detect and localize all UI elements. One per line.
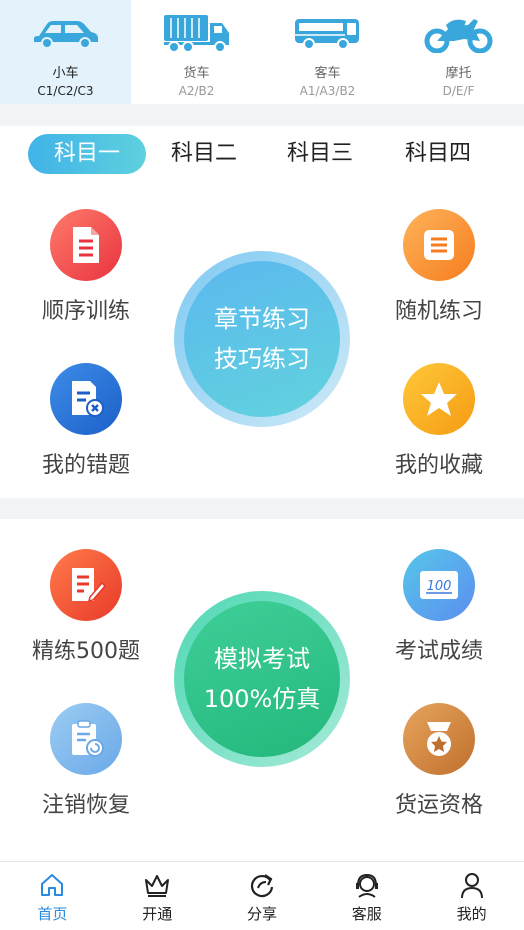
star-icon <box>403 363 475 435</box>
favorites-label: 我的收藏 <box>394 453 483 478</box>
freight-qualification-label: 货运资格 <box>394 793 483 818</box>
vehicle-name: 客车 <box>314 66 341 81</box>
vehicle-code: A1/A3/B2 <box>299 84 356 98</box>
list-icon <box>403 209 475 281</box>
tab-subject-3[interactable]: 科目三 <box>262 134 378 174</box>
vehicle-truck[interactable]: 货车 A2/B2 <box>131 0 262 104</box>
vehicle-code: C1/C2/C3 <box>37 84 94 98</box>
wrong-questions-icon <box>50 363 122 435</box>
favorites-button[interactable]: 我的收藏 <box>369 363 509 479</box>
car-icon <box>31 12 101 54</box>
tab-activate-label: 开通 <box>142 905 173 923</box>
selected-500-button[interactable]: 精练500题 <box>16 549 156 665</box>
document-icon <box>50 209 122 281</box>
wrong-questions-label: 我的错题 <box>41 453 130 478</box>
vehicle-motorcycle[interactable]: 摩托 D/E/F <box>393 0 524 104</box>
tab-mine[interactable]: 我的 <box>419 862 524 930</box>
selected-500-label: 精练500题 <box>32 639 140 664</box>
chapter-practice-label: 章节练习 <box>214 305 310 333</box>
share-icon <box>248 871 276 899</box>
tab-subject-1[interactable]: 科目一 <box>28 134 146 174</box>
tab-share[interactable]: 分享 <box>210 862 315 930</box>
vehicle-code: A2/B2 <box>178 84 215 98</box>
home-icon <box>39 871 65 899</box>
bus-icon <box>293 12 363 54</box>
vehicle-selector: 小车 C1/C2/C3 货车 A2/B2 客车 A1/A3/B2 摩托 D/E/… <box>0 0 524 104</box>
customer-service-icon <box>353 871 381 899</box>
vehicle-code: D/E/F <box>442 84 475 98</box>
chapter-practice-inner: 章节练习 技巧练习 <box>184 261 340 417</box>
user-icon <box>459 871 485 899</box>
mock-exam-button[interactable]: 模拟考试 100%仿真 <box>174 591 350 767</box>
cancel-restore-label: 注销恢复 <box>41 793 130 818</box>
tab-activate[interactable]: 开通 <box>105 862 210 930</box>
truck-icon <box>162 12 232 54</box>
vehicle-name: 货车 <box>183 66 210 81</box>
tab-home-label: 首页 <box>37 905 68 923</box>
tab-customer-service[interactable]: 客服 <box>314 862 419 930</box>
vehicle-name: 小车 <box>52 66 79 81</box>
vehicle-car[interactable]: 小车 C1/C2/C3 <box>0 0 131 104</box>
score-100-icon: 100 <box>403 549 475 621</box>
cancel-restore-button[interactable]: 注销恢复 <box>16 703 156 819</box>
freight-qualification-button[interactable]: 货运资格 <box>369 703 509 819</box>
tab-subject-4[interactable]: 科目四 <box>378 134 498 174</box>
wrong-questions-button[interactable]: 我的错题 <box>16 363 156 479</box>
mock-exam-label: 模拟考试 <box>214 645 310 673</box>
motorcycle-icon <box>424 12 494 54</box>
simulation-label: 100%仿真 <box>203 685 321 713</box>
bottom-tab-bar: 首页 开通 分享 客服 我的 <box>0 861 524 930</box>
tips-practice-label: 技巧练习 <box>214 345 310 373</box>
clipboard-restore-icon <box>50 703 122 775</box>
tab-subject-2[interactable]: 科目二 <box>146 134 262 174</box>
crown-icon <box>143 871 171 899</box>
svg-text:100: 100 <box>427 579 452 594</box>
random-practice-button[interactable]: 随机练习 <box>369 209 509 325</box>
exam-scores-label: 考试成绩 <box>394 639 483 664</box>
tab-mine-label: 我的 <box>456 905 487 923</box>
edit-document-icon <box>50 549 122 621</box>
sequential-practice-label: 顺序训练 <box>41 299 130 324</box>
medal-icon <box>403 703 475 775</box>
exam-panel: 精练500题 100 考试成绩 注销恢复 货运资格 模拟考试 100%仿真 <box>0 519 524 861</box>
tab-home[interactable]: 首页 <box>0 862 105 930</box>
sequential-practice-button[interactable]: 顺序训练 <box>16 209 156 325</box>
exam-scores-button[interactable]: 100 考试成绩 <box>369 549 509 665</box>
tab-customer-service-label: 客服 <box>351 905 382 923</box>
chapter-practice-button[interactable]: 章节练习 技巧练习 <box>174 251 350 427</box>
subject-tabs: 科目一 科目二 科目三 科目四 <box>0 134 524 174</box>
mock-exam-inner: 模拟考试 100%仿真 <box>184 601 340 757</box>
vehicle-name: 摩托 <box>445 66 472 81</box>
vehicle-bus[interactable]: 客车 A1/A3/B2 <box>262 0 393 104</box>
practice-panel: 科目一 科目二 科目三 科目四 顺序训练 随机练习 我的错题 我的收藏 章节练习… <box>0 126 524 498</box>
random-practice-label: 随机练习 <box>394 299 483 324</box>
tab-share-label: 分享 <box>246 905 277 923</box>
